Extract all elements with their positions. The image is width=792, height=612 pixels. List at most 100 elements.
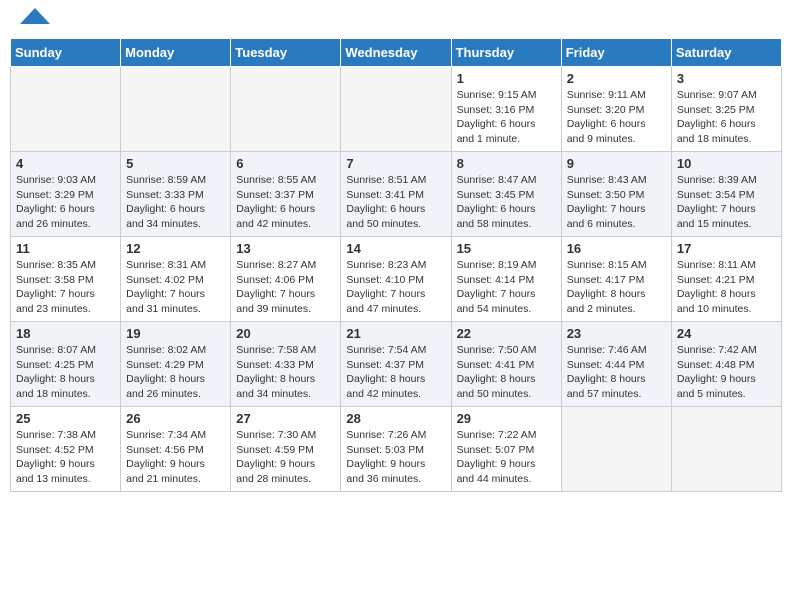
column-header-wednesday: Wednesday (341, 39, 451, 67)
calendar-cell (341, 67, 451, 152)
calendar-cell: 9Sunrise: 8:43 AM Sunset: 3:50 PM Daylig… (561, 152, 671, 237)
calendar-cell: 18 Sunrise: 8:07 AM Sunset: 4:25 PM Dayli… (11, 322, 121, 407)
calendar-week-row: 4Sunrise: 9:03 AM Sunset: 3:29 PM Daylig… (11, 152, 782, 237)
calendar-cell: 22Sunrise: 7:50 AM Sunset: 4:41 PM Dayli… (451, 322, 561, 407)
column-header-tuesday: Tuesday (231, 39, 341, 67)
page-header (10, 10, 782, 30)
day-info: Sunrise: 8:23 AM Sunset: 4:10 PM Dayligh… (346, 258, 445, 317)
calendar-table: SundayMondayTuesdayWednesdayThursdayFrid… (10, 38, 782, 492)
calendar-week-row: 18 Sunrise: 8:07 AM Sunset: 4:25 PM Dayli… (11, 322, 782, 407)
calendar-cell: 13 Sunrise: 8:27 AM Sunset: 4:06 PM Dayli… (231, 237, 341, 322)
calendar-cell: 16 Sunrise: 8:15 AM Sunset: 4:17 PM Dayli… (561, 237, 671, 322)
calendar-cell: 17 Sunrise: 8:11 AM Sunset: 4:21 PM Dayli… (671, 237, 781, 322)
calendar-cell: 14 Sunrise: 8:23 AM Sunset: 4:10 PM Dayli… (341, 237, 451, 322)
day-number: 27 (236, 411, 335, 426)
day-number: 12 (126, 241, 225, 256)
calendar-cell: 19 Sunrise: 8:02 AM Sunset: 4:29 PM Dayli… (121, 322, 231, 407)
calendar-cell: 11 Sunrise: 8:35 AM Sunset: 3:58 PM Dayli… (11, 237, 121, 322)
day-info: Sunrise: 7:22 AM Sunset: 5:07 PM Dayligh… (457, 428, 556, 487)
day-number: 11 (16, 241, 115, 256)
day-number: 2 (567, 71, 666, 86)
day-info: Sunrise: 8:15 AM Sunset: 4:17 PM Dayligh… (567, 258, 666, 317)
day-number: 3 (677, 71, 776, 86)
day-number: 13 (236, 241, 335, 256)
calendar-cell: 26 Sunrise: 7:34 AM Sunset: 4:56 PM Dayli… (121, 407, 231, 492)
logo-icon (20, 6, 50, 26)
day-number: 20 (236, 326, 335, 341)
day-number: 18 (16, 326, 115, 341)
day-number: 7 (346, 156, 445, 171)
calendar-cell (231, 67, 341, 152)
calendar-cell: 10 Sunrise: 8:39 AM Sunset: 3:54 PM Dayli… (671, 152, 781, 237)
calendar-cell: 15 Sunrise: 8:19 AM Sunset: 4:14 PM Dayli… (451, 237, 561, 322)
calendar-cell: 28Sunrise: 7:26 AM Sunset: 5:03 PM Dayli… (341, 407, 451, 492)
day-info: Sunrise: 9:07 AM Sunset: 3:25 PM Dayligh… (677, 88, 776, 147)
calendar-cell: 27 Sunrise: 7:30 AM Sunset: 4:59 PM Dayli… (231, 407, 341, 492)
calendar-cell: 21 Sunrise: 7:54 AM Sunset: 4:37 PM Dayli… (341, 322, 451, 407)
day-info: Sunrise: 8:55 AM Sunset: 3:37 PM Dayligh… (236, 173, 335, 232)
day-number: 1 (457, 71, 556, 86)
day-number: 5 (126, 156, 225, 171)
day-info: Sunrise: 8:11 AM Sunset: 4:21 PM Dayligh… (677, 258, 776, 317)
day-info: Sunrise: 8:07 AM Sunset: 4:25 PM Dayligh… (16, 343, 115, 402)
day-info: Sunrise: 7:38 AM Sunset: 4:52 PM Dayligh… (16, 428, 115, 487)
day-info: Sunrise: 8:02 AM Sunset: 4:29 PM Dayligh… (126, 343, 225, 402)
calendar-cell: 8 Sunrise: 8:47 AM Sunset: 3:45 PM Daylig… (451, 152, 561, 237)
calendar-cell: 12 Sunrise: 8:31 AM Sunset: 4:02 PM Dayli… (121, 237, 231, 322)
day-info: Sunrise: 8:39 AM Sunset: 3:54 PM Dayligh… (677, 173, 776, 232)
day-info: Sunrise: 8:31 AM Sunset: 4:02 PM Dayligh… (126, 258, 225, 317)
day-info: Sunrise: 8:27 AM Sunset: 4:06 PM Dayligh… (236, 258, 335, 317)
day-info: Sunrise: 7:30 AM Sunset: 4:59 PM Dayligh… (236, 428, 335, 487)
calendar-header-row: SundayMondayTuesdayWednesdayThursdayFrid… (11, 39, 782, 67)
day-number: 4 (16, 156, 115, 171)
column-header-saturday: Saturday (671, 39, 781, 67)
day-number: 10 (677, 156, 776, 171)
column-header-thursday: Thursday (451, 39, 561, 67)
day-number: 23 (567, 326, 666, 341)
day-info: Sunrise: 8:35 AM Sunset: 3:58 PM Dayligh… (16, 258, 115, 317)
calendar-cell: 5 Sunrise: 8:59 AM Sunset: 3:33 PM Daylig… (121, 152, 231, 237)
calendar-cell: 3 Sunrise: 9:07 AM Sunset: 3:25 PM Daylig… (671, 67, 781, 152)
day-number: 14 (346, 241, 445, 256)
day-number: 26 (126, 411, 225, 426)
day-number: 9 (567, 156, 666, 171)
day-number: 24 (677, 326, 776, 341)
day-info: Sunrise: 8:51 AM Sunset: 3:41 PM Dayligh… (346, 173, 445, 232)
calendar-cell: 20Sunrise: 7:58 AM Sunset: 4:33 PM Dayli… (231, 322, 341, 407)
day-info: Sunrise: 8:19 AM Sunset: 4:14 PM Dayligh… (457, 258, 556, 317)
day-info: Sunrise: 7:34 AM Sunset: 4:56 PM Dayligh… (126, 428, 225, 487)
calendar-cell (561, 407, 671, 492)
day-info: Sunrise: 8:59 AM Sunset: 3:33 PM Dayligh… (126, 173, 225, 232)
calendar-cell: 25 Sunrise: 7:38 AM Sunset: 4:52 PM Dayli… (11, 407, 121, 492)
calendar-cell (671, 407, 781, 492)
day-info: Sunrise: 7:54 AM Sunset: 4:37 PM Dayligh… (346, 343, 445, 402)
day-number: 15 (457, 241, 556, 256)
logo (16, 14, 50, 26)
day-info: Sunrise: 7:50 AM Sunset: 4:41 PM Dayligh… (457, 343, 556, 402)
day-number: 29 (457, 411, 556, 426)
day-info: Sunrise: 7:46 AM Sunset: 4:44 PM Dayligh… (567, 343, 666, 402)
calendar-cell (11, 67, 121, 152)
calendar-week-row: 1 Sunrise: 9:15 AM Sunset: 3:16 PM Daylig… (11, 67, 782, 152)
calendar-cell: 7 Sunrise: 8:51 AM Sunset: 3:41 PM Daylig… (341, 152, 451, 237)
calendar-cell (121, 67, 231, 152)
day-number: 19 (126, 326, 225, 341)
day-number: 25 (16, 411, 115, 426)
day-number: 8 (457, 156, 556, 171)
day-number: 16 (567, 241, 666, 256)
calendar-cell: 4Sunrise: 9:03 AM Sunset: 3:29 PM Daylig… (11, 152, 121, 237)
day-number: 17 (677, 241, 776, 256)
day-info: Sunrise: 9:11 AM Sunset: 3:20 PM Dayligh… (567, 88, 666, 147)
column-header-monday: Monday (121, 39, 231, 67)
calendar-cell: 24 Sunrise: 7:42 AM Sunset: 4:48 PM Dayli… (671, 322, 781, 407)
day-info: Sunrise: 7:42 AM Sunset: 4:48 PM Dayligh… (677, 343, 776, 402)
day-info: Sunrise: 8:47 AM Sunset: 3:45 PM Dayligh… (457, 173, 556, 232)
day-number: 28 (346, 411, 445, 426)
calendar-week-row: 11 Sunrise: 8:35 AM Sunset: 3:58 PM Dayli… (11, 237, 782, 322)
calendar-cell: 1 Sunrise: 9:15 AM Sunset: 3:16 PM Daylig… (451, 67, 561, 152)
day-info: Sunrise: 9:15 AM Sunset: 3:16 PM Dayligh… (457, 88, 556, 147)
calendar-cell: 23 Sunrise: 7:46 AM Sunset: 4:44 PM Dayli… (561, 322, 671, 407)
calendar-cell: 29 Sunrise: 7:22 AM Sunset: 5:07 PM Dayli… (451, 407, 561, 492)
day-number: 21 (346, 326, 445, 341)
calendar-cell: 6Sunrise: 8:55 AM Sunset: 3:37 PM Daylig… (231, 152, 341, 237)
